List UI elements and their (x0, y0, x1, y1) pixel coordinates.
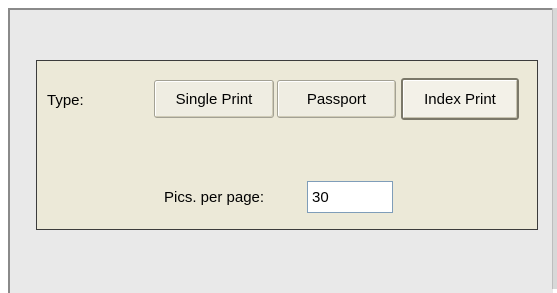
pics-per-page-input[interactable] (307, 181, 393, 213)
print-options-panel: Type: Single Print Passport Index Print … (36, 60, 538, 230)
window-edge (552, 8, 557, 289)
pics-per-page-label: Pics. per page: (164, 189, 265, 206)
single-print-button[interactable]: Single Print (154, 80, 274, 118)
passport-button[interactable]: Passport (277, 80, 396, 118)
index-print-button[interactable]: Index Print (401, 78, 519, 120)
type-label: Type: (47, 92, 84, 109)
